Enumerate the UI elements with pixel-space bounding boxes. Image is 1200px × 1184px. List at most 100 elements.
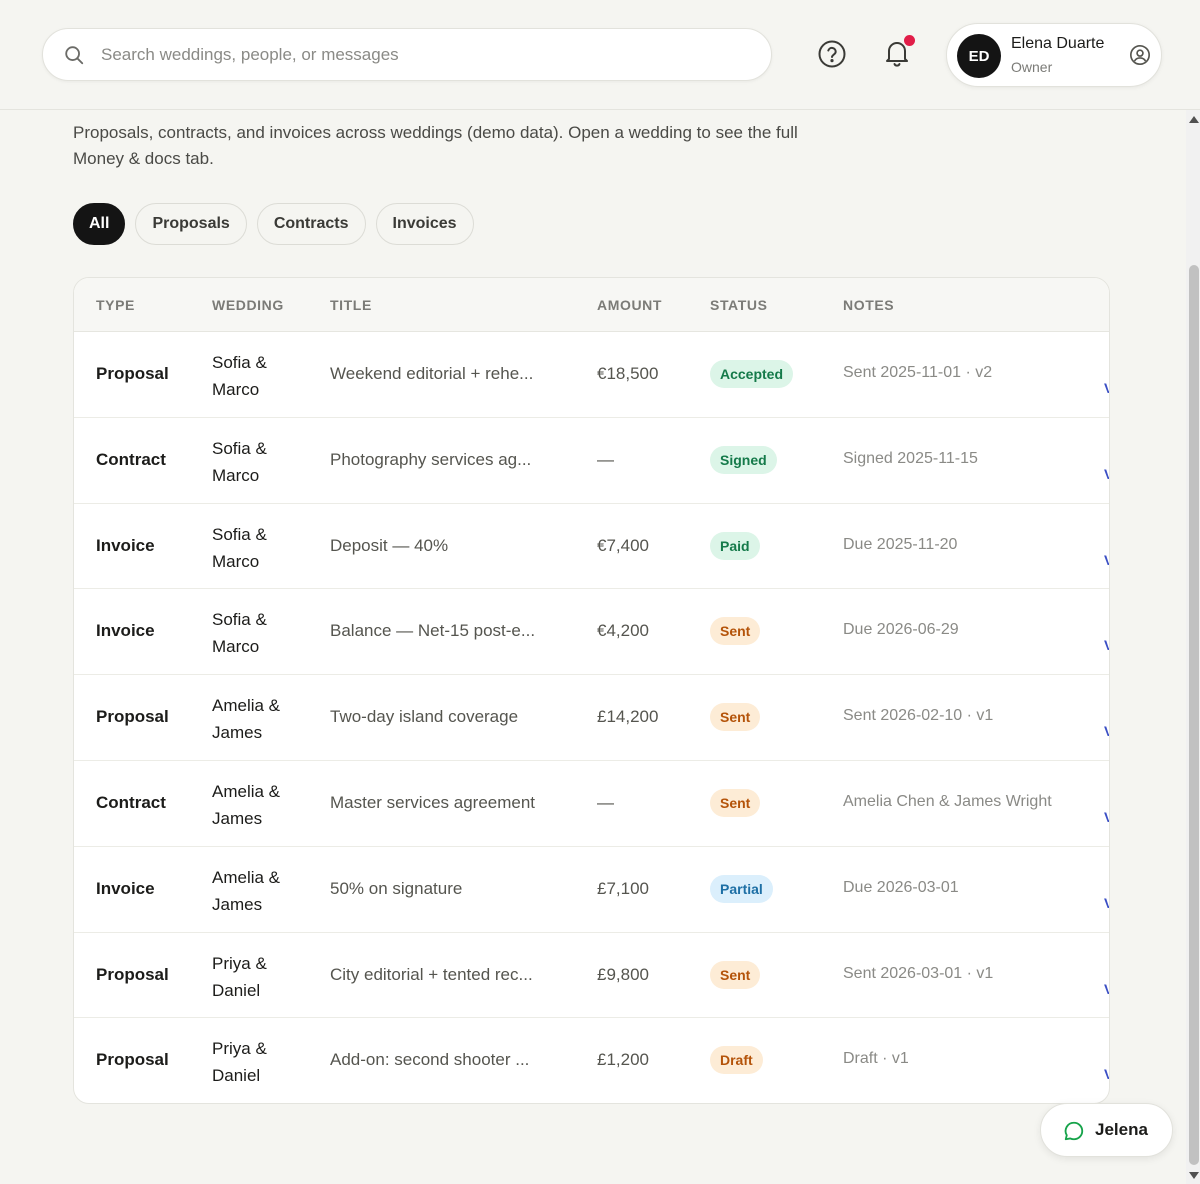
cell-type: Proposal <box>96 964 169 984</box>
view-link[interactable]: V <box>1104 552 1109 568</box>
cell-amount: £7,100 <box>597 878 649 898</box>
view-link[interactable]: V <box>1104 1066 1109 1082</box>
view-link[interactable]: V <box>1104 637 1109 653</box>
cell-title: Two-day island coverage <box>330 707 519 727</box>
search-input[interactable] <box>101 29 751 80</box>
cell-type: Invoice <box>96 535 155 555</box>
cell-wedding[interactable]: Amelia & James <box>212 778 302 832</box>
cell-amount: £9,800 <box>597 964 649 984</box>
cell-notes: Due 2025-11-20 <box>843 535 958 553</box>
status-badge: Signed <box>710 445 777 474</box>
chat-button[interactable]: Jelena <box>1040 1103 1173 1157</box>
cell-notes: Sent 2026-03-01 · v1 <box>843 964 994 982</box>
search-icon <box>65 46 84 65</box>
cell-status: Sent <box>710 703 761 732</box>
table-row[interactable]: Invoice Amelia & James 50% on signature £7,… <box>74 847 1109 933</box>
cell-amount: €18,500 <box>597 364 659 383</box>
cell-amount: — <box>597 449 614 469</box>
cell-wedding[interactable]: Amelia & James <box>212 864 302 918</box>
cell-wedding[interactable]: Priya & Daniel <box>212 1035 302 1089</box>
filter-tabs: All Proposals Contracts Invoices <box>73 203 474 245</box>
top-bar: ED Elena Duarte Owner <box>0 0 1200 110</box>
documents-table: TYPE WEDDING TITLE AMOUNT STATUS NOTES P… <box>73 277 1110 1104</box>
table-row[interactable]: Proposal Priya & Daniel City editorial + t… <box>74 933 1109 1019</box>
cell-type: Proposal <box>96 707 169 727</box>
header-title[interactable]: TITLE <box>330 297 372 313</box>
help-icon[interactable] <box>816 38 848 70</box>
scroll-thumb[interactable] <box>1189 265 1199 1165</box>
scroll-down-arrow[interactable] <box>1189 1172 1199 1179</box>
cell-wedding[interactable]: Sofia & Marco <box>212 521 302 575</box>
status-badge: Paid <box>710 531 760 560</box>
scroll-up-arrow[interactable] <box>1189 116 1199 123</box>
view-link[interactable]: V <box>1104 723 1109 739</box>
view-link[interactable]: V <box>1104 466 1109 482</box>
cell-type: Proposal <box>96 1050 169 1070</box>
filter-invoices[interactable]: Invoices <box>375 203 474 245</box>
view-link[interactable]: V <box>1104 981 1109 997</box>
cell-status: Sent <box>710 788 761 817</box>
page-description: Proposals, contracts, and invoices acros… <box>73 123 798 168</box>
user-menu[interactable]: ED Elena Duarte Owner <box>946 23 1162 87</box>
table-row[interactable]: Invoice Sofia & Marco Deposit — 40% €7,400 P… <box>74 504 1109 590</box>
cell-wedding[interactable]: Sofia & Marco <box>212 606 302 660</box>
table-row[interactable]: Proposal Priya & Daniel Add-on: second sho… <box>74 1018 1109 1103</box>
cell-amount: €7,400 <box>597 535 649 555</box>
filter-proposals[interactable]: Proposals <box>135 203 247 245</box>
cell-status: Signed <box>710 445 777 474</box>
cell-status: Draft <box>710 1046 763 1075</box>
search-bar[interactable] <box>42 28 772 81</box>
cell-wedding[interactable]: Priya & Daniel <box>212 950 302 1004</box>
table-row[interactable]: Contract Sofia & Marco Photography service… <box>74 418 1109 504</box>
cell-status: Paid <box>710 531 760 560</box>
cell-title: Add-on: second shooter ... <box>330 1050 530 1070</box>
cell-type: Invoice <box>96 878 155 898</box>
cell-status: Sent <box>710 617 761 646</box>
view-link[interactable]: V <box>1104 380 1109 396</box>
header-type[interactable]: TYPE <box>96 297 135 313</box>
cell-wedding[interactable]: Sofia & Marco <box>212 435 302 489</box>
view-link[interactable]: V <box>1104 809 1109 825</box>
status-badge: Sent <box>710 960 761 989</box>
chat-label: Jelena <box>1095 1120 1148 1139</box>
cell-status: Partial <box>710 874 773 903</box>
filter-contracts[interactable]: Contracts <box>256 203 366 245</box>
table-row[interactable]: Contract Amelia & James Master services ag… <box>74 761 1109 847</box>
table-header: TYPE WEDDING TITLE AMOUNT STATUS NOTES <box>74 278 1109 332</box>
table-row[interactable]: Invoice Sofia & Marco Balance — Net-15 pos… <box>74 589 1109 676</box>
cell-status: Sent <box>710 960 761 989</box>
cell-title: Deposit — 40% <box>330 535 449 555</box>
cell-wedding[interactable]: Amelia & James <box>212 692 302 746</box>
cell-title: Master services agreement <box>330 792 536 812</box>
cell-title: City editorial + tented rec... <box>330 964 533 984</box>
avatar: ED <box>957 34 1001 78</box>
chat-bubble-icon <box>1064 1121 1084 1141</box>
cell-amount: €4,200 <box>597 621 649 641</box>
status-badge: Sent <box>710 788 761 817</box>
cell-notes: Signed 2025-11-15 <box>843 449 978 467</box>
cell-type: Proposal <box>96 364 169 383</box>
user-circle-icon <box>1130 45 1150 65</box>
header-amount[interactable]: AMOUNT <box>597 297 662 313</box>
user-role: Owner <box>1011 59 1053 75</box>
header-notes[interactable]: NOTES <box>843 297 894 313</box>
filter-all[interactable]: All <box>73 203 126 245</box>
view-link[interactable]: V <box>1104 895 1109 911</box>
header-wedding[interactable]: WEDDING <box>212 297 284 313</box>
table-row[interactable]: Proposal Amelia & James Two-day island cov… <box>74 675 1109 761</box>
cell-amount: £1,200 <box>597 1050 649 1070</box>
cell-notes: Sent 2025-11-01 · v2 <box>843 364 993 381</box>
cell-amount: £14,200 <box>597 707 659 727</box>
status-badge: Accepted <box>710 360 794 388</box>
cell-title: Weekend editorial + rehe... <box>330 364 534 383</box>
status-badge: Sent <box>710 703 761 732</box>
header-status[interactable]: STATUS <box>710 297 768 313</box>
status-badge: Draft <box>710 1046 763 1075</box>
cell-type: Invoice <box>96 621 155 641</box>
cell-title: Photography services ag... <box>330 449 532 469</box>
cell-wedding[interactable]: Sofia & Marco <box>212 349 302 403</box>
cell-notes: Draft · v1 <box>843 1050 909 1068</box>
table-row[interactable]: Proposal Sofia & Marco Weekend editorial +… <box>74 332 1109 418</box>
cell-notes: Amelia Chen & James Wright <box>843 792 1052 810</box>
cell-notes: Due 2026-06-29 <box>843 621 959 639</box>
